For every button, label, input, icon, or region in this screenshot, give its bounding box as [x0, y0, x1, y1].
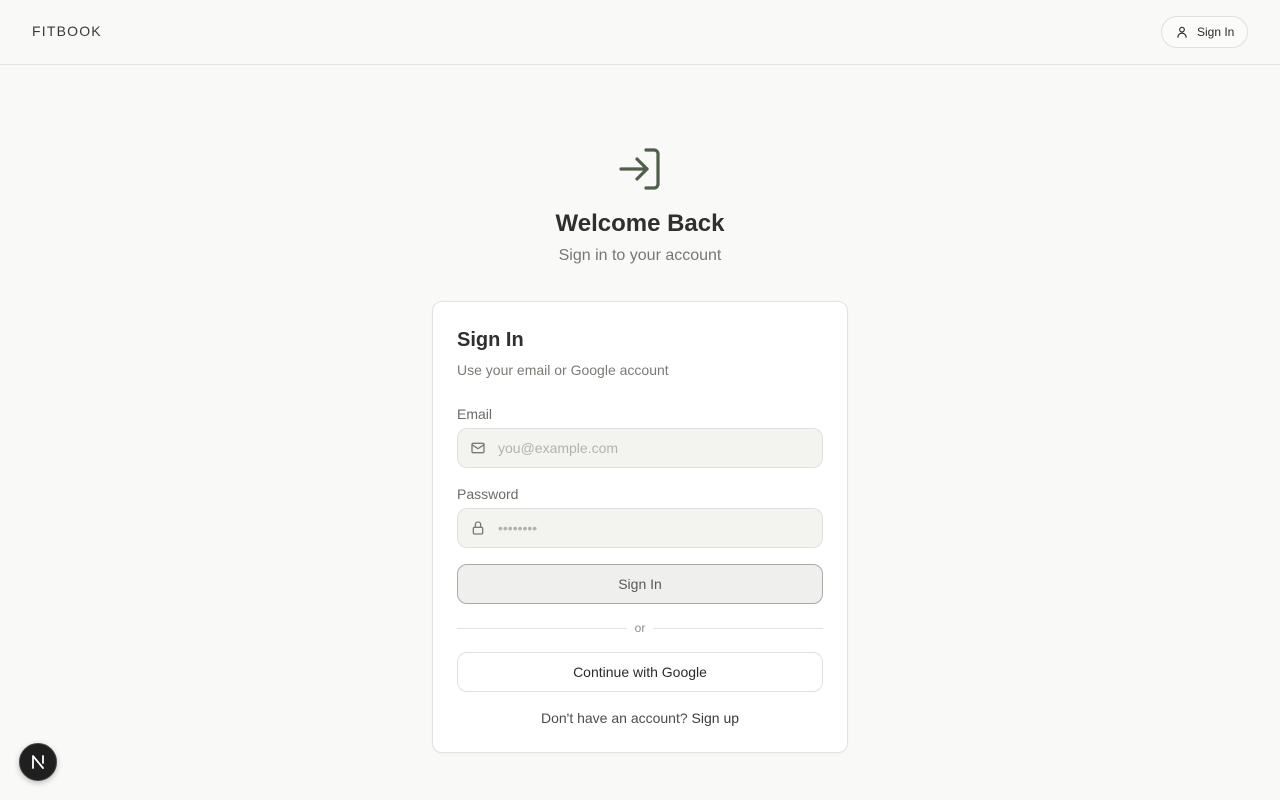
- card-subtitle: Use your email or Google account: [457, 362, 669, 378]
- password-field[interactable]: [498, 509, 814, 547]
- signup-prompt: Don't have an account?: [540, 710, 692, 726]
- password-label: Password: [457, 486, 519, 502]
- user-icon: [1175, 25, 1189, 39]
- log-in-icon: [618, 146, 662, 192]
- signup-row: Don't have an account? Sign up: [433, 710, 847, 726]
- page-subtitle: Sign in to your account: [558, 247, 722, 264]
- signin-submit-button[interactable]: Sign In: [457, 564, 823, 604]
- signin-card: Sign In Use your email or Google account…: [432, 301, 848, 753]
- lock-icon: [470, 520, 486, 536]
- nextjs-dev-badge[interactable]: [19, 743, 57, 781]
- header-signin-button[interactable]: Sign In: [1161, 16, 1248, 48]
- top-bar: FITBOOK Sign In: [0, 0, 1280, 65]
- mail-icon: [470, 440, 486, 456]
- email-field[interactable]: [498, 429, 814, 467]
- page-title: Welcome Back: [555, 210, 725, 237]
- email-field-wrapper: [457, 428, 823, 468]
- header-signin-label: Sign In: [1197, 25, 1235, 39]
- signup-link[interactable]: Sign up: [692, 710, 739, 726]
- card-title: Sign In: [457, 329, 524, 351]
- divider-or: or: [634, 621, 646, 635]
- brand-logo[interactable]: FITBOOK: [32, 23, 102, 39]
- n-logo-icon: [32, 755, 44, 769]
- email-label: Email: [457, 406, 493, 422]
- google-signin-button[interactable]: Continue with Google: [457, 652, 823, 692]
- password-field-wrapper: [457, 508, 823, 548]
